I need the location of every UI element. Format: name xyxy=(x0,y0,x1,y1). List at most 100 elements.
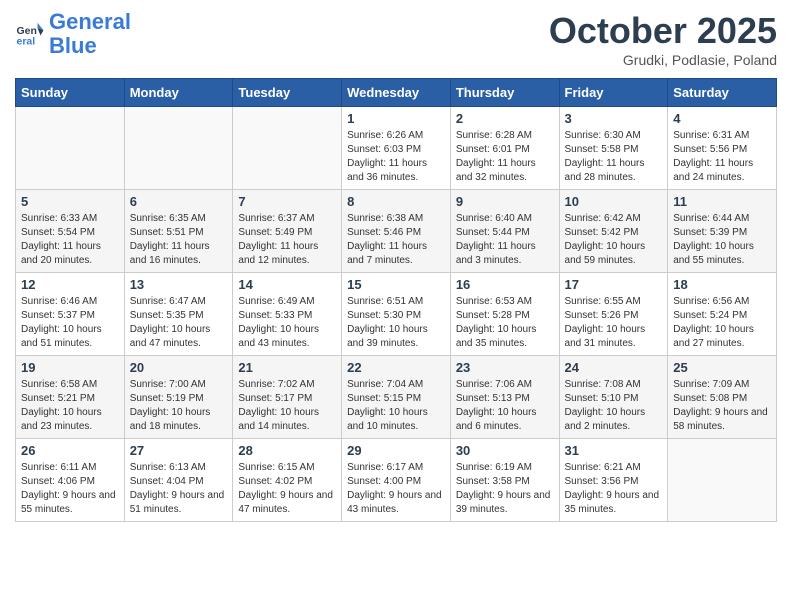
logo-line2: Blue xyxy=(49,33,97,58)
day-cell: 11 Sunrise: 6:44 AM Sunset: 5:39 PM Dayli… xyxy=(668,190,777,273)
day-cell: 16 Sunrise: 6:53 AM Sunset: 5:28 PM Dayli… xyxy=(450,273,559,356)
day-cell: 25 Sunrise: 7:09 AM Sunset: 5:08 PM Dayli… xyxy=(668,356,777,439)
day-detail: Sunrise: 6:13 AM Sunset: 4:04 PM Dayligh… xyxy=(130,461,228,517)
day-number: 4 xyxy=(673,111,771,126)
day-number: 30 xyxy=(456,443,554,458)
week-row-0: 1Sunrise: 6:26 AM Sunset: 6:03 PM Daylig… xyxy=(16,107,777,190)
day-number: 5 xyxy=(21,194,119,209)
day-detail: Sunrise: 6:35 AM Sunset: 5:51 PM Dayligh… xyxy=(130,212,228,268)
day-detail: Sunrise: 6:17 AM Sunset: 4:00 PM Dayligh… xyxy=(347,461,445,517)
day-number: 22 xyxy=(347,360,445,375)
title-block: October 2025 Grudki, Podlasie, Poland xyxy=(549,10,777,68)
calendar-header: SundayMondayTuesdayWednesdayThursdayFrid… xyxy=(16,79,777,107)
day-cell: 27 Sunrise: 6:13 AM Sunset: 4:04 PM Dayli… xyxy=(124,439,233,522)
day-number: 28 xyxy=(238,443,336,458)
day-number: 7 xyxy=(238,194,336,209)
day-number: 8 xyxy=(347,194,445,209)
day-cell: 23 Sunrise: 7:06 AM Sunset: 5:13 PM Dayli… xyxy=(450,356,559,439)
day-detail: Sunrise: 6:53 AM Sunset: 5:28 PM Dayligh… xyxy=(456,295,554,351)
day-number: 2 xyxy=(456,111,554,126)
day-cell: 29 Sunrise: 6:17 AM Sunset: 4:00 PM Dayli… xyxy=(342,439,451,522)
day-number: 25 xyxy=(673,360,771,375)
day-cell: 14 Sunrise: 6:49 AM Sunset: 5:33 PM Dayli… xyxy=(233,273,342,356)
day-cell: 20 Sunrise: 7:00 AM Sunset: 5:19 PM Dayli… xyxy=(124,356,233,439)
day-number: 3 xyxy=(565,111,663,126)
week-row-2: 12 Sunrise: 6:46 AM Sunset: 5:37 PM Dayli… xyxy=(16,273,777,356)
day-detail: Sunrise: 7:04 AM Sunset: 5:15 PM Dayligh… xyxy=(347,378,445,434)
day-number: 20 xyxy=(130,360,228,375)
day-number: 21 xyxy=(238,360,336,375)
day-detail: Sunrise: 6:19 AM Sunset: 3:58 PM Dayligh… xyxy=(456,461,554,517)
logo-line1: General xyxy=(49,9,131,34)
day-detail: Sunrise: 6:49 AM Sunset: 5:33 PM Dayligh… xyxy=(238,295,336,351)
day-detail: Sunrise: 6:46 AM Sunset: 5:37 PM Dayligh… xyxy=(21,295,119,351)
day-cell: 19 Sunrise: 6:58 AM Sunset: 5:21 PM Dayli… xyxy=(16,356,125,439)
day-cell: 7Sunrise: 6:37 AM Sunset: 5:49 PM Daylig… xyxy=(233,190,342,273)
day-detail: Sunrise: 6:28 AM Sunset: 6:01 PM Dayligh… xyxy=(456,129,554,185)
day-detail: Sunrise: 6:42 AM Sunset: 5:42 PM Dayligh… xyxy=(565,212,663,268)
day-detail: Sunrise: 6:55 AM Sunset: 5:26 PM Dayligh… xyxy=(565,295,663,351)
page-header: Gen eral General Blue October 2025 Grudk… xyxy=(15,10,777,68)
day-cell: 17Sunrise: 6:55 AM Sunset: 5:26 PM Dayli… xyxy=(559,273,668,356)
day-cell: 15 Sunrise: 6:51 AM Sunset: 5:30 PM Dayli… xyxy=(342,273,451,356)
day-number: 24 xyxy=(565,360,663,375)
day-cell: 3 Sunrise: 6:30 AM Sunset: 5:58 PM Daylig… xyxy=(559,107,668,190)
day-number: 11 xyxy=(673,194,771,209)
day-detail: Sunrise: 6:44 AM Sunset: 5:39 PM Dayligh… xyxy=(673,212,771,268)
day-number: 27 xyxy=(130,443,228,458)
day-cell: 21 Sunrise: 7:02 AM Sunset: 5:17 PM Dayli… xyxy=(233,356,342,439)
calendar-table: SundayMondayTuesdayWednesdayThursdayFrid… xyxy=(15,78,777,522)
day-number: 9 xyxy=(456,194,554,209)
week-row-3: 19 Sunrise: 6:58 AM Sunset: 5:21 PM Dayli… xyxy=(16,356,777,439)
day-cell: 4 Sunrise: 6:31 AM Sunset: 5:56 PM Daylig… xyxy=(668,107,777,190)
subtitle: Grudki, Podlasie, Poland xyxy=(549,52,777,68)
day-cell xyxy=(233,107,342,190)
day-cell: 8 Sunrise: 6:38 AM Sunset: 5:46 PM Daylig… xyxy=(342,190,451,273)
day-cell: 12 Sunrise: 6:46 AM Sunset: 5:37 PM Dayli… xyxy=(16,273,125,356)
calendar-body: 1Sunrise: 6:26 AM Sunset: 6:03 PM Daylig… xyxy=(16,107,777,522)
day-detail: Sunrise: 7:00 AM Sunset: 5:19 PM Dayligh… xyxy=(130,378,228,434)
header-tuesday: Tuesday xyxy=(233,79,342,107)
header-monday: Monday xyxy=(124,79,233,107)
week-row-4: 26Sunrise: 6:11 AM Sunset: 4:06 PM Dayli… xyxy=(16,439,777,522)
day-cell: 24 Sunrise: 7:08 AM Sunset: 5:10 PM Dayli… xyxy=(559,356,668,439)
day-cell: 1Sunrise: 6:26 AM Sunset: 6:03 PM Daylig… xyxy=(342,107,451,190)
day-detail: Sunrise: 6:15 AM Sunset: 4:02 PM Dayligh… xyxy=(238,461,336,517)
header-wednesday: Wednesday xyxy=(342,79,451,107)
day-number: 19 xyxy=(21,360,119,375)
day-number: 10 xyxy=(565,194,663,209)
day-detail: Sunrise: 6:47 AM Sunset: 5:35 PM Dayligh… xyxy=(130,295,228,351)
header-thursday: Thursday xyxy=(450,79,559,107)
day-detail: Sunrise: 7:02 AM Sunset: 5:17 PM Dayligh… xyxy=(238,378,336,434)
day-cell: 26Sunrise: 6:11 AM Sunset: 4:06 PM Dayli… xyxy=(16,439,125,522)
day-detail: Sunrise: 6:58 AM Sunset: 5:21 PM Dayligh… xyxy=(21,378,119,434)
day-detail: Sunrise: 6:33 AM Sunset: 5:54 PM Dayligh… xyxy=(21,212,119,268)
day-number: 16 xyxy=(456,277,554,292)
header-row: SundayMondayTuesdayWednesdayThursdayFrid… xyxy=(16,79,777,107)
day-detail: Sunrise: 6:38 AM Sunset: 5:46 PM Dayligh… xyxy=(347,212,445,268)
day-number: 14 xyxy=(238,277,336,292)
day-cell xyxy=(124,107,233,190)
day-detail: Sunrise: 7:08 AM Sunset: 5:10 PM Dayligh… xyxy=(565,378,663,434)
day-cell xyxy=(16,107,125,190)
day-number: 18 xyxy=(673,277,771,292)
day-cell: 22 Sunrise: 7:04 AM Sunset: 5:15 PM Dayli… xyxy=(342,356,451,439)
day-number: 29 xyxy=(347,443,445,458)
day-cell: 2 Sunrise: 6:28 AM Sunset: 6:01 PM Daylig… xyxy=(450,107,559,190)
day-detail: Sunrise: 7:09 AM Sunset: 5:08 PM Dayligh… xyxy=(673,378,771,434)
day-number: 6 xyxy=(130,194,228,209)
day-cell: 28 Sunrise: 6:15 AM Sunset: 4:02 PM Dayli… xyxy=(233,439,342,522)
day-detail: Sunrise: 6:31 AM Sunset: 5:56 PM Dayligh… xyxy=(673,129,771,185)
logo-icon: Gen eral xyxy=(15,19,45,49)
day-detail: Sunrise: 6:30 AM Sunset: 5:58 PM Dayligh… xyxy=(565,129,663,185)
day-cell: 10 Sunrise: 6:42 AM Sunset: 5:42 PM Dayli… xyxy=(559,190,668,273)
day-number: 12 xyxy=(21,277,119,292)
day-number: 1 xyxy=(347,111,445,126)
day-cell: 5 Sunrise: 6:33 AM Sunset: 5:54 PM Daylig… xyxy=(16,190,125,273)
day-detail: Sunrise: 6:51 AM Sunset: 5:30 PM Dayligh… xyxy=(347,295,445,351)
day-number: 15 xyxy=(347,277,445,292)
day-cell: 13 Sunrise: 6:47 AM Sunset: 5:35 PM Dayli… xyxy=(124,273,233,356)
day-number: 13 xyxy=(130,277,228,292)
day-detail: Sunrise: 7:06 AM Sunset: 5:13 PM Dayligh… xyxy=(456,378,554,434)
day-number: 23 xyxy=(456,360,554,375)
